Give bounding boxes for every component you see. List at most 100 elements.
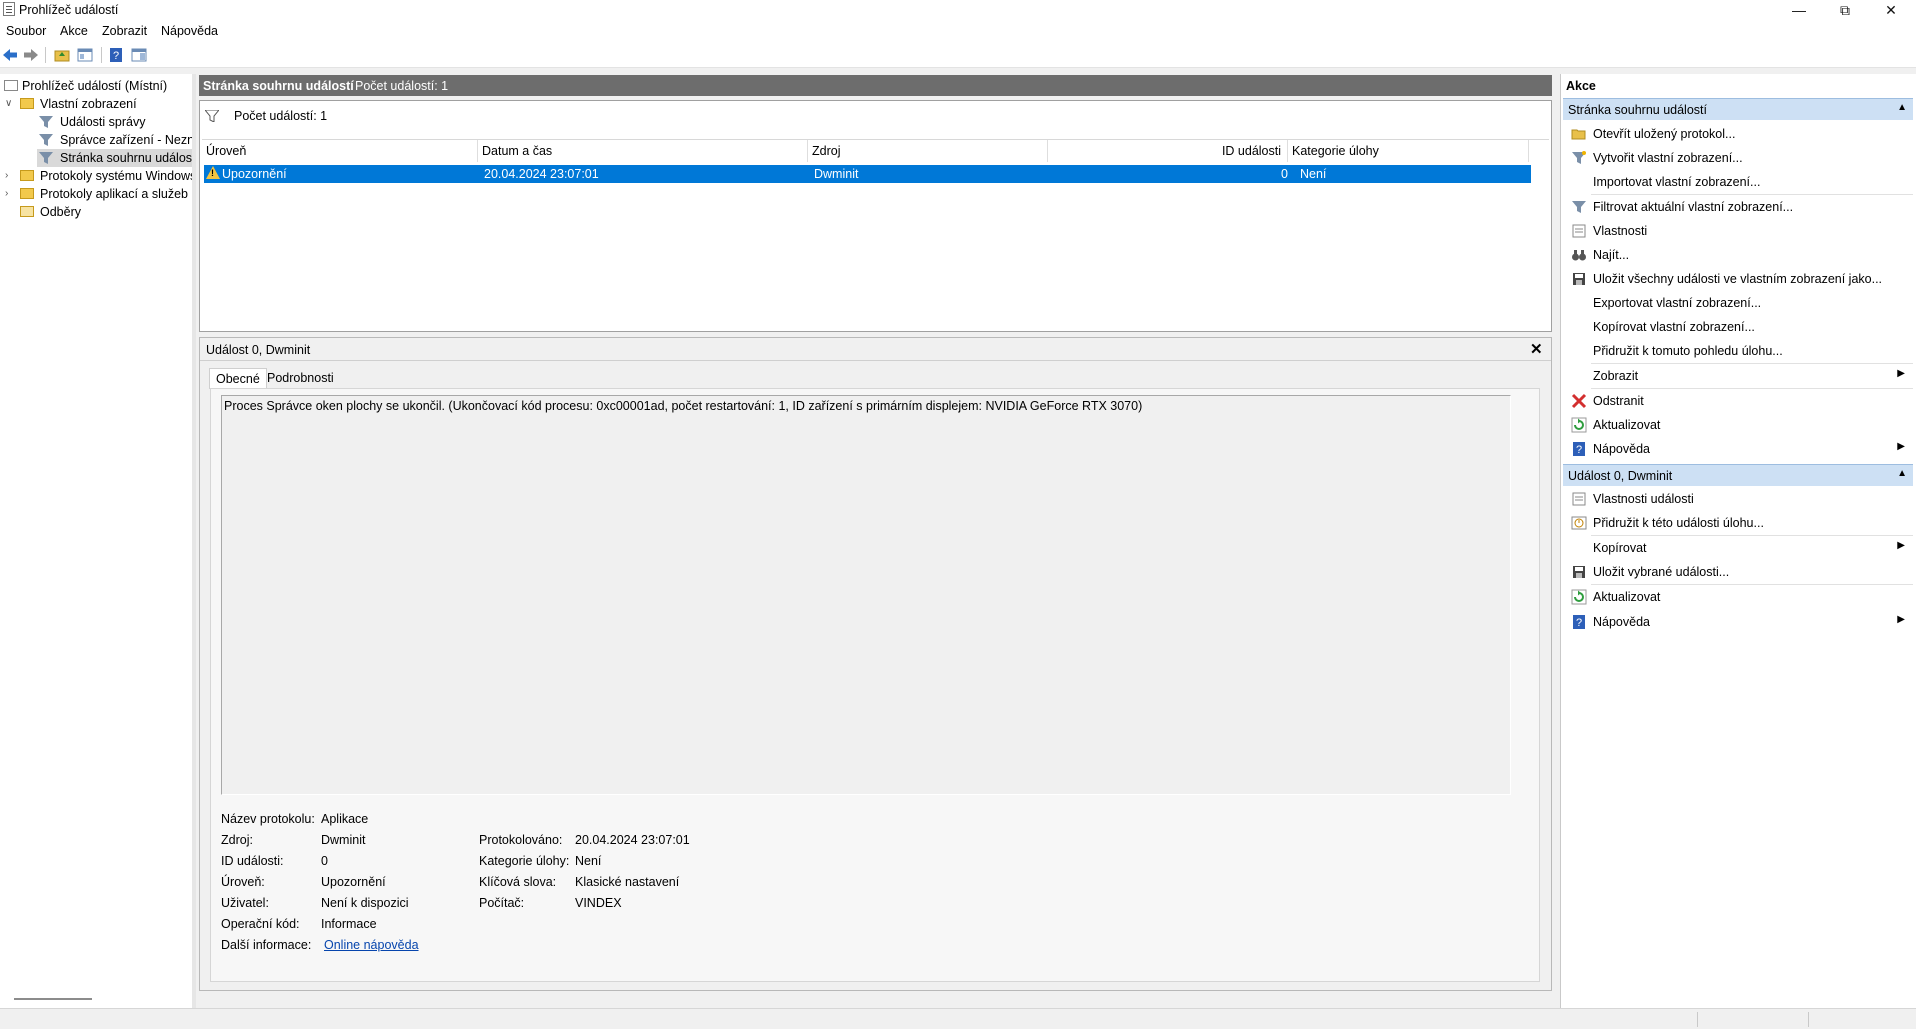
action-filter-current-view[interactable]: Filtrovat aktuální vlastní zobrazení...: [1563, 195, 1913, 219]
filter-count-text: Počet událostí: 1: [234, 109, 328, 123]
value-source: Dwminit: [321, 833, 366, 847]
online-help-link[interactable]: Online nápověda: [324, 938, 419, 952]
row-datetime: 20.04.2024 23:07:01: [484, 167, 599, 181]
svg-text:?: ?: [1576, 444, 1582, 456]
window-title: Prohlížeč událostí: [19, 3, 119, 17]
create-filter-icon: [1572, 151, 1586, 164]
toolbar: ?: [0, 43, 1916, 68]
menu-help[interactable]: Nápověda: [161, 24, 218, 38]
action-save-all-events[interactable]: Uložit všechny události ve vlastním zobr…: [1563, 267, 1913, 291]
tree-item-root[interactable]: Prohlížeč událostí (Místní): [0, 77, 190, 95]
column-header-datetime[interactable]: Datum a čas: [478, 140, 808, 162]
column-header-event-id[interactable]: ID události: [1048, 140, 1288, 162]
collapse-up-icon[interactable]: ▲: [1897, 102, 1907, 113]
close-window-button[interactable]: ✕: [1868, 0, 1914, 21]
help-icon[interactable]: ?: [108, 47, 124, 63]
action-help[interactable]: ? Nápověda ▶: [1563, 437, 1913, 461]
column-header-source[interactable]: Zdroj: [808, 140, 1048, 162]
menu-action[interactable]: Akce: [60, 24, 88, 38]
expander-closed-icon[interactable]: ›: [5, 167, 15, 185]
collapse-up-icon[interactable]: ▲: [1897, 468, 1907, 479]
action-attach-task-to-view[interactable]: Přidružit k tomuto pohledu úlohu...: [1563, 339, 1913, 363]
expander-open-icon[interactable]: ∨: [5, 95, 15, 113]
horizontal-scrollbar-thumb[interactable]: [14, 998, 92, 1000]
up-folder-icon[interactable]: [54, 47, 70, 63]
action-copy[interactable]: Kopírovat ▶: [1563, 536, 1913, 560]
properties-icon[interactable]: [77, 47, 93, 63]
actions-section-summary[interactable]: Stránka souhrnu událostí ▲: [1563, 98, 1913, 120]
action-save-selected-events[interactable]: Uložit vybrané události...: [1563, 560, 1913, 584]
row-source: Dwminit: [814, 167, 859, 181]
action-export-custom-view[interactable]: Exportovat vlastní zobrazení...: [1563, 291, 1913, 315]
tab-details[interactable]: Podrobnosti: [261, 368, 340, 388]
action-copy-custom-view[interactable]: Kopírovat vlastní zobrazení...: [1563, 315, 1913, 339]
pane-splitter[interactable]: [192, 74, 196, 1008]
detail-title: Událost 0, Dwminit: [206, 343, 311, 357]
action-create-custom-view[interactable]: Vytvořit vlastní zobrazení...: [1563, 146, 1913, 170]
row-event-id: 0: [1281, 167, 1288, 181]
label-user: Uživatel:: [221, 896, 269, 910]
subscriptions-icon: [20, 206, 34, 217]
tree-item-device-manager[interactable]: Správce zařízení - Neznár: [0, 131, 192, 149]
value-user: Není k dispozici: [321, 896, 409, 910]
show-hide-icon[interactable]: [131, 47, 147, 63]
value-task-category: Není: [575, 854, 602, 868]
submenu-arrow-icon: ▶: [1897, 368, 1905, 379]
label-keywords: Klíčová slova:: [479, 875, 557, 889]
action-view[interactable]: Zobrazit ▶: [1563, 364, 1913, 388]
action-refresh[interactable]: Aktualizovat: [1563, 413, 1913, 437]
column-header-task-category[interactable]: Kategorie úlohy: [1288, 140, 1529, 162]
events-grid: Úroveň Datum a čas Zdroj ID události Kat…: [202, 139, 1549, 330]
filter-icon: [39, 116, 53, 128]
label-source: Zdroj:: [221, 833, 253, 847]
properties-icon: [1572, 224, 1586, 238]
save-icon: [1573, 566, 1585, 578]
forward-icon[interactable]: [23, 47, 39, 63]
action-attach-task-to-event[interactable]: Přidružit k této události úlohu...: [1563, 511, 1913, 535]
close-icon[interactable]: ✕: [1530, 340, 1543, 358]
submenu-arrow-icon: ▶: [1897, 441, 1905, 452]
value-opcode: Informace: [321, 917, 377, 931]
submenu-arrow-icon: ▶: [1897, 614, 1905, 625]
label-more-info: Další informace:: [221, 938, 312, 952]
svg-text:?: ?: [113, 50, 119, 62]
menu-file[interactable]: Soubor: [6, 24, 46, 38]
action-event-properties[interactable]: Vlastnosti události: [1563, 487, 1913, 511]
event-description: Proces Správce oken plochy se ukončil. (…: [224, 399, 1143, 413]
expander-closed-icon[interactable]: ›: [5, 185, 15, 203]
tree-item-subscriptions[interactable]: Odběry: [0, 203, 190, 221]
menu-view[interactable]: Zobrazit: [102, 24, 147, 38]
tree-item-windows-logs[interactable]: › Protokoly systému Windows: [0, 167, 192, 185]
actions-title: Akce: [1566, 79, 1596, 93]
submenu-arrow-icon: ▶: [1897, 540, 1905, 551]
table-row[interactable]: ! Upozornění 20.04.2024 23:07:01 Dwminit…: [204, 165, 1531, 183]
action-find[interactable]: Najít...: [1563, 243, 1913, 267]
column-header-level[interactable]: Úroveň: [202, 140, 478, 162]
label-opcode: Operační kód:: [221, 917, 300, 931]
label-level: Úroveň:: [221, 875, 265, 889]
value-level: Upozornění: [321, 875, 386, 889]
label-computer: Počítač:: [479, 896, 525, 910]
actions-section-event[interactable]: Událost 0, Dwminit ▲: [1563, 464, 1913, 486]
action-open-saved-log[interactable]: Otevřít uložený protokol...: [1563, 122, 1913, 146]
label-event-id: ID události:: [221, 854, 284, 868]
back-icon[interactable]: [2, 47, 18, 63]
restore-button[interactable]: ⧉: [1822, 0, 1868, 21]
value-keywords: Klasické nastavení: [575, 875, 680, 889]
filter-icon: [1572, 201, 1586, 213]
event-description-box[interactable]: Proces Správce oken plochy se ukončil. (…: [221, 395, 1511, 795]
action-delete[interactable]: Odstranit: [1563, 389, 1913, 413]
minimize-button[interactable]: —: [1776, 0, 1822, 21]
action-import-custom-view[interactable]: Importovat vlastní zobrazení...: [1563, 170, 1913, 194]
tab-general[interactable]: Obecné: [209, 368, 267, 389]
tree-item-admin-events[interactable]: Události správy: [0, 113, 190, 131]
help-icon: ?: [1573, 615, 1585, 629]
action-properties[interactable]: Vlastnosti: [1563, 219, 1913, 243]
open-folder-icon: [1571, 129, 1586, 140]
action-refresh-event[interactable]: Aktualizovat: [1563, 585, 1913, 609]
label-task-category: Kategorie úlohy:: [479, 854, 570, 868]
tree-item-app-logs[interactable]: › Protokoly aplikací a služeb: [0, 185, 190, 203]
action-help-event[interactable]: ? Nápověda ▶: [1563, 610, 1913, 634]
tree-item-custom-views[interactable]: ∨ Vlastní zobrazení: [0, 95, 190, 113]
tree-item-summary-page[interactable]: Stránka souhrnu události: [37, 149, 192, 167]
